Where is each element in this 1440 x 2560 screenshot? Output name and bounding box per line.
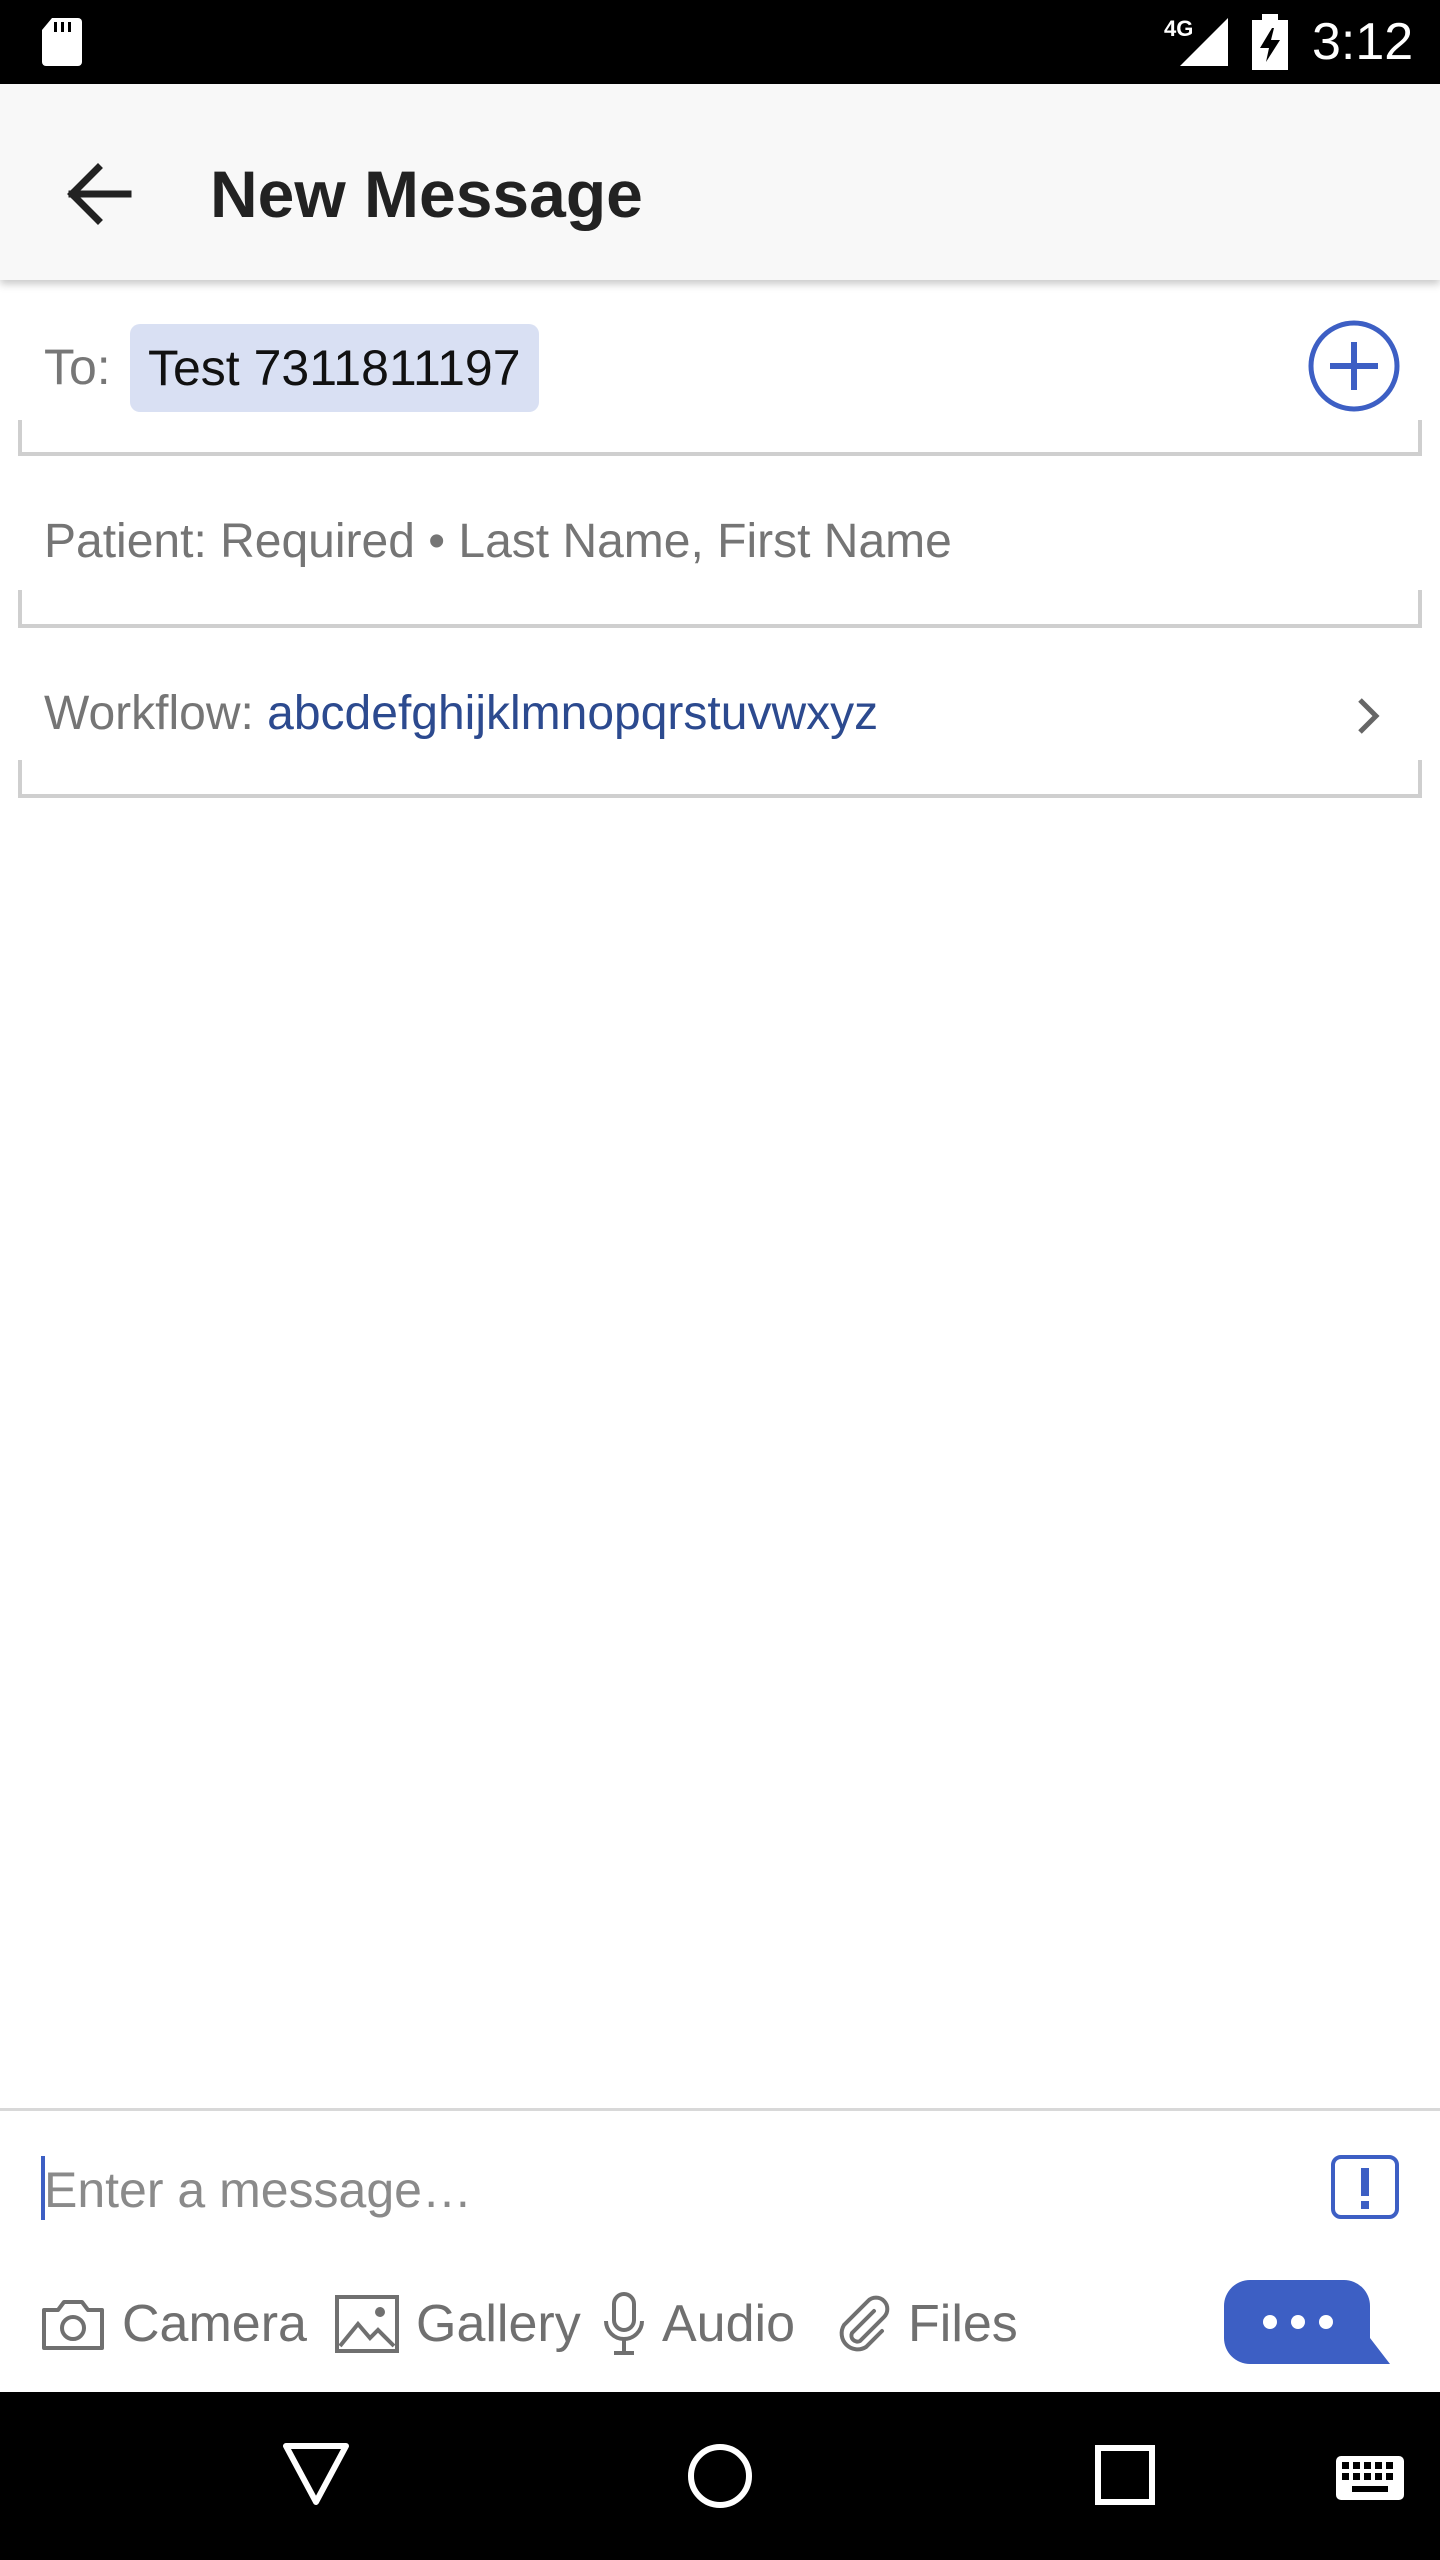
patient-field[interactable] [18,590,1422,628]
clock: 3:12 [1312,13,1414,71]
workflow-label: Workflow: [44,687,254,740]
microphone-icon [604,2292,644,2355]
back-triangle-icon[interactable] [282,2442,350,2506]
audio-label: Audio [662,2295,795,2353]
paperclip-icon [839,2295,890,2352]
home-circle-icon[interactable] [686,2442,754,2510]
to-label: To: [44,339,111,395]
system-nav-bar [0,2392,1440,2560]
patient-field-placeholder: Patient: Required • Last Name, First Nam… [44,515,952,568]
recents-square-icon[interactable] [1094,2444,1156,2506]
camera-label: Camera [122,2295,307,2353]
arrow-left-icon[interactable] [52,146,148,242]
plus-circle-icon[interactable] [1306,318,1402,414]
page-title: New Message [210,157,643,231]
status-bar: 4G 3:12 [0,0,1440,84]
app-bar: New Message [0,84,1440,280]
chevron-right-icon[interactable] [1352,694,1384,738]
gallery-button[interactable]: Gallery [334,2276,581,2372]
keyboard-icon[interactable] [1334,2454,1406,2502]
exclamation-icon[interactable] [1330,2154,1400,2220]
to-field [18,420,1422,456]
text-cursor [41,2156,45,2220]
battery-charging-icon [1252,14,1288,70]
workflow-value: abcdefghijklmnopqrstuvwxyz [267,687,879,740]
recipient-chip[interactable]: Test 7311811197 [130,324,539,412]
files-label: Files [908,2295,1018,2353]
message-input[interactable] [40,2148,1304,2232]
files-button[interactable]: Files [834,2276,1018,2372]
gallery-label: Gallery [416,2295,581,2353]
workflow-selector[interactable]: Workflow: abcdefghijklmnopqrstuvwxyz [44,686,878,741]
camera-button[interactable]: Camera [40,2276,307,2372]
camera-icon [42,2300,104,2350]
audio-button[interactable]: Audio [602,2276,795,2372]
workflow-field[interactable] [18,760,1422,798]
signal-icon [1180,18,1228,66]
compose-divider [0,2108,1440,2111]
image-icon [335,2295,399,2353]
sd-card-icon [42,18,82,66]
chat-bubble-dots-icon[interactable] [1224,2278,1392,2366]
